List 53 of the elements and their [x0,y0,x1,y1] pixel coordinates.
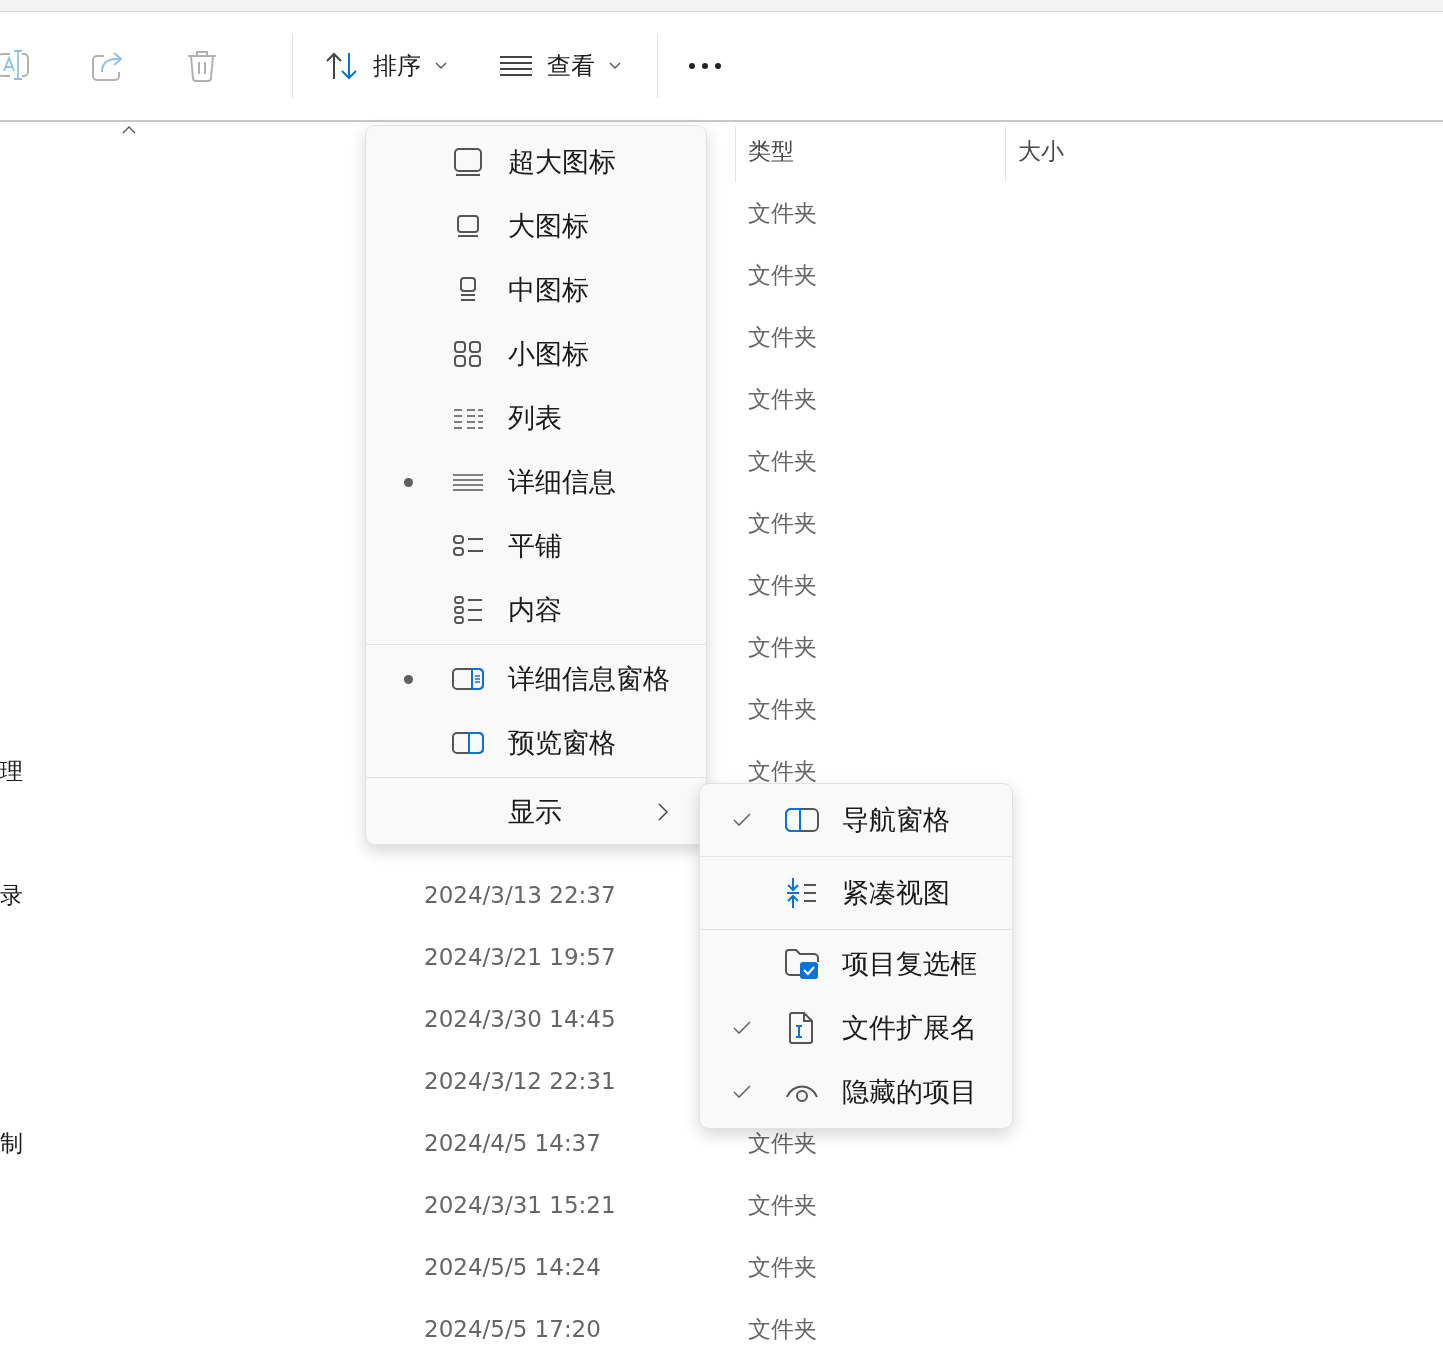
file-type: 文件夹 [748,570,817,600]
content-view-icon [451,595,485,625]
file-type: 文件夹 [748,756,817,786]
menu-item[interactable]: 大图标 [366,194,706,258]
file-type: 文件夹 [748,322,817,352]
file-type: 文件夹 [748,508,817,538]
more-icon [688,62,722,70]
sort-icon [325,51,359,81]
file-name: 理 [0,756,23,786]
menu-item[interactable]: 紧凑视图 [700,859,1012,927]
file-type: 文件夹 [748,384,817,414]
date-modified: 2024/3/12 22:31 [424,1068,616,1094]
folder-checkbox-icon [784,947,820,981]
sort-ascending-icon [122,126,136,134]
column-header[interactable]: 类型 [735,126,1005,182]
menu-item[interactable]: 超大图标 [366,130,706,194]
menu-item[interactable]: 内容 [366,578,706,642]
date-modified: 2024/5/5 17:20 [424,1316,601,1342]
menu-item[interactable]: 项目复选框 [700,932,1012,996]
menu-item[interactable]: 列表 [366,386,706,450]
menu-item[interactable]: 小图标 [366,322,706,386]
file-type: 文件夹 [748,260,817,290]
file-type: 文件夹 [748,198,817,228]
menu-item[interactable]: 详细信息窗格 [366,647,706,711]
file-type: 文件夹 [748,694,817,724]
extra-large-icons-icon [451,147,485,177]
file-type: 文件夹 [748,1190,817,1220]
chevron-down-icon [435,62,447,70]
file-type: 文件夹 [748,446,817,476]
menu-item[interactable]: 隐藏的项目 [700,1060,1012,1124]
file-type: 文件夹 [748,632,817,662]
menu-item[interactable]: 中图标 [366,258,706,322]
menu-item[interactable]: 文件扩展名 [700,996,1012,1060]
date-modified: 2024/3/13 22:37 [424,882,616,908]
menu-item[interactable]: 预览窗格 [366,711,706,775]
file-type: 文件夹 [748,1314,817,1344]
lines-icon [499,55,533,77]
file-type: 文件夹 [748,1252,817,1282]
file-type: 文件夹 [748,1128,817,1158]
date-modified: 2024/3/21 19:57 [424,944,616,970]
file-name: 录 [0,880,23,910]
date-modified: 2024/3/30 14:45 [424,1006,616,1032]
menu-item[interactable]: 详细信息 [366,450,706,514]
chevron-down-icon [609,62,621,70]
date-modified: 2024/4/5 14:37 [424,1130,601,1156]
menu-item[interactable]: 平铺 [366,514,706,578]
date-modified: 2024/3/31 15:21 [424,1192,616,1218]
view-button[interactable]: 查看 [483,42,637,90]
chevron-right-icon [658,803,668,821]
date-modified: 2024/5/5 14:24 [424,1254,601,1280]
column-header[interactable]: 大小 [1005,126,1185,182]
sort-button[interactable]: 排序 [309,42,463,90]
file-name: 制 [0,1128,23,1158]
